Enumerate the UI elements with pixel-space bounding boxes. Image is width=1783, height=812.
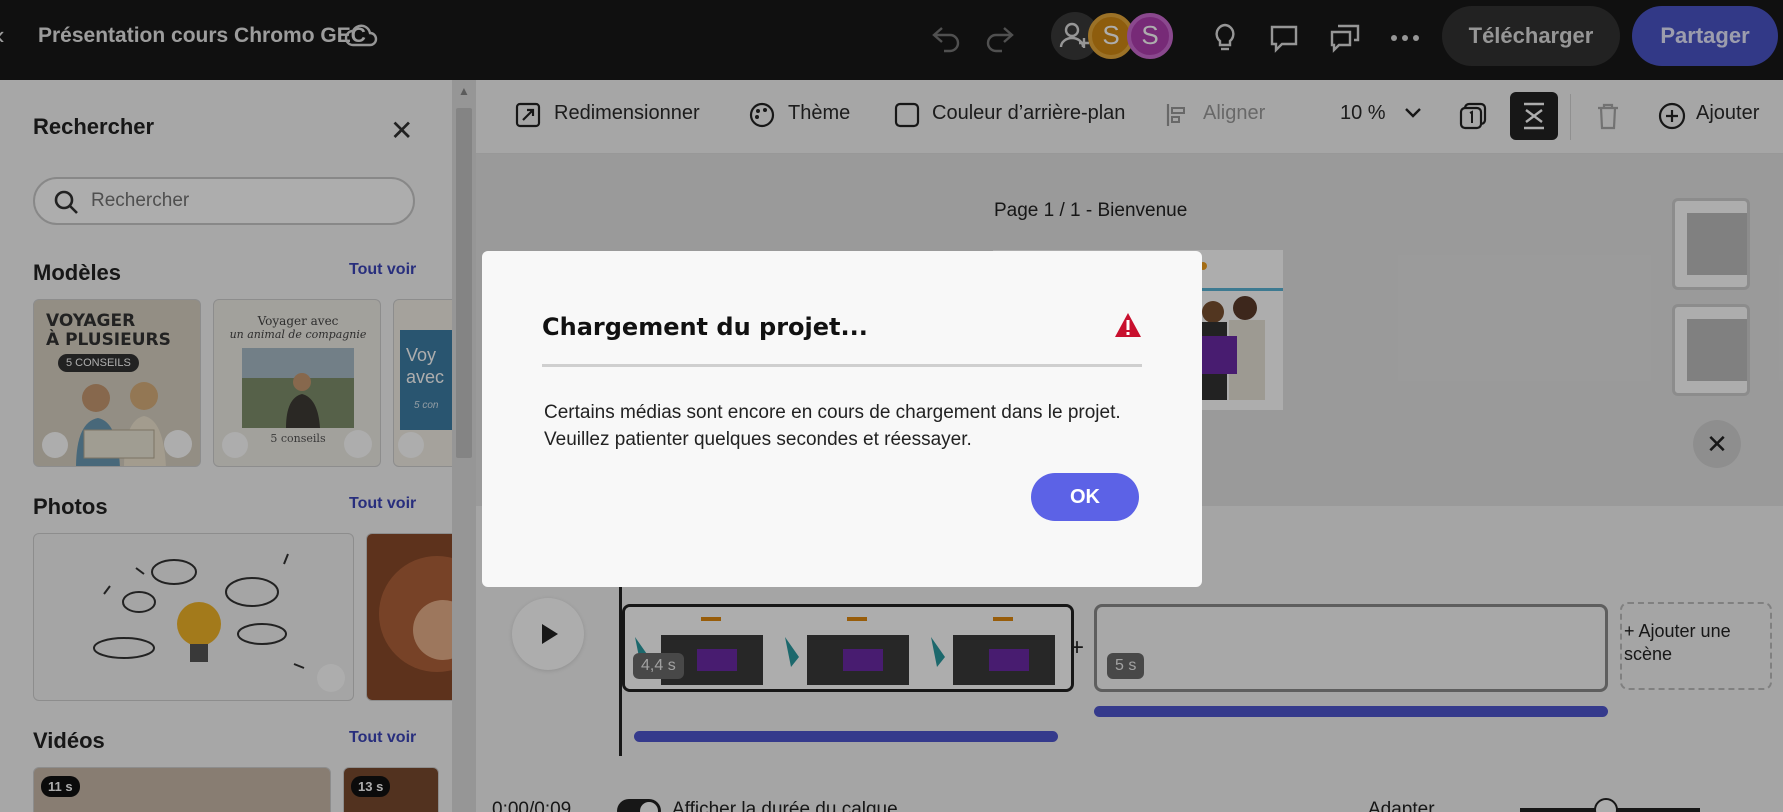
ok-button[interactable]: OK <box>1031 473 1139 521</box>
dialog-message-line: Veuillez patienter quelques secondes et … <box>544 429 972 450</box>
dialog-message-line: Certains médias sont encore en cours de … <box>544 402 1121 423</box>
dialog-message: Certains médias sont encore en cours de … <box>544 399 1121 453</box>
warning-icon <box>1114 312 1142 343</box>
dialog-divider <box>542 364 1142 367</box>
dialog-title: Chargement du projet... <box>542 313 868 341</box>
loading-dialog: Chargement du projet... Certains médias … <box>482 251 1202 587</box>
